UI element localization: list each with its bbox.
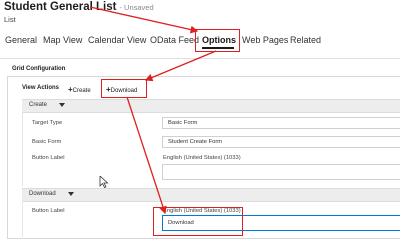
target-type-value: Basic Form (168, 120, 198, 126)
download-label-highlight (153, 207, 243, 236)
tab-odata-feed[interactable]: OData Feed (150, 35, 199, 45)
download-section-label: Download (29, 191, 56, 197)
tab-web-pages[interactable]: Web Pages (242, 35, 288, 45)
create-action-label: Create (72, 88, 91, 94)
create-button-label-input[interactable] (162, 164, 400, 180)
download-section-header[interactable]: Download (22, 188, 400, 202)
tab-map-view[interactable]: Map View (43, 35, 82, 45)
download-button-label-label: Button Label (32, 208, 65, 214)
tab-related[interactable]: Related (290, 35, 321, 45)
page-title: Student General List - Unsaved (4, 1, 154, 13)
chevron-down-icon[interactable] (59, 103, 65, 107)
target-type-select[interactable]: Basic Form (162, 117, 400, 129)
basic-form-value: Student Create Form (168, 139, 223, 145)
create-section-header[interactable]: Create (22, 99, 400, 113)
create-button-label-label: Button Label (32, 155, 65, 161)
tab-general[interactable]: General (5, 35, 37, 45)
create-button-label-language: English (United States) (1033) (163, 155, 241, 161)
view-actions-label: View Actions (22, 85, 60, 91)
chevron-down-icon[interactable] (68, 192, 74, 196)
create-section-label: Create (29, 102, 48, 108)
tab-calendar-view[interactable]: Calendar View (88, 35, 146, 45)
download-button-highlight (101, 79, 147, 98)
page-title-text: Student General List (4, 1, 117, 13)
options-tab-highlight (195, 29, 240, 52)
basic-form-label: Basic Form (32, 139, 62, 145)
basic-form-lookup[interactable]: Student Create Form (162, 136, 400, 148)
download-section-rule (22, 201, 23, 237)
grid-configuration-title: Grid Configuration (12, 66, 66, 72)
target-type-label: Target Type (32, 120, 63, 126)
tabs-divider (0, 58, 400, 59)
create-action-button[interactable]: +Create (68, 85, 91, 94)
create-section-rule (22, 112, 23, 186)
page-subtitle: List (4, 15, 16, 24)
unsaved-status: - Unsaved (119, 3, 154, 12)
mouse-cursor-icon (99, 176, 109, 188)
